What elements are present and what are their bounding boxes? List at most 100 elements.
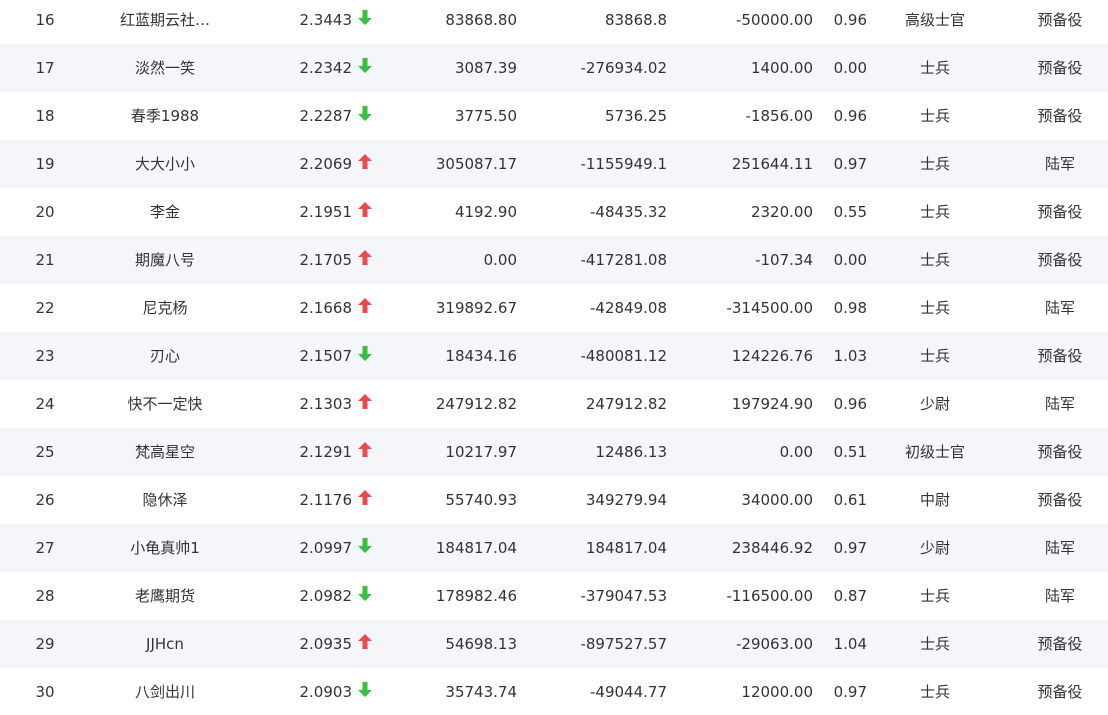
rank-title-cell: 士兵 [919,107,950,125]
value-3-cell: 197924.90 [731,395,813,413]
score-cell: 2.1668 [299,299,353,317]
ratio-cell: 1.04 [833,635,867,653]
table-row[interactable]: 29 JJHcn 2.0935 54698.13 -897527.57 -29063.00… [0,620,1108,668]
trend-cell [358,380,380,428]
value-2-cell: -276934.02 [580,59,667,77]
rank-title-cell: 少尉 [919,395,950,413]
trend-cell [358,572,380,620]
branch-cell: 预备役 [1037,491,1083,509]
value-2-cell: 349279.94 [585,491,667,509]
ratio-cell: 0.00 [833,59,867,77]
trend-cell [358,188,380,236]
table-row[interactable]: 26 隐休泽 2.1176 55740.93 349279.94 34000.00 0.61… [0,476,1108,524]
ratio-cell: 0.97 [833,539,867,557]
rank-title-cell: 士兵 [919,347,950,365]
rank-title-cell: 少尉 [919,539,950,557]
trader-name: 刃心 [149,347,180,365]
trend-cell [358,92,380,140]
value-1-cell: 178982.46 [435,587,517,605]
trend-cell [358,332,380,380]
value-2-cell: 12486.13 [595,443,667,461]
value-1-cell: 247912.82 [435,395,517,413]
branch-cell: 预备役 [1037,443,1083,461]
table-row[interactable]: 16 红蓝期云社… 2.3443 83868.80 83868.8 -50000.00 0.… [0,0,1108,44]
score-cell: 2.0903 [299,683,353,701]
ratio-cell: 0.87 [833,587,867,605]
trend-up-arrow-icon [358,442,372,457]
score-cell: 2.1303 [299,395,353,413]
table-row[interactable]: 22 尼克杨 2.1668 319892.67 -42849.08 -314500.00 0… [0,284,1108,332]
value-1-cell: 18434.16 [445,347,517,365]
table-row[interactable]: 27 小龟真帅1 2.0997 184817.04 184817.04 238446.92… [0,524,1108,572]
ranking-table: 16 红蓝期云社… 2.3443 83868.80 83868.8 -50000.00 0.… [0,0,1108,711]
value-2-cell: 5736.25 [604,107,667,125]
score-cell: 2.1176 [299,491,353,509]
score-cell: 2.1951 [299,203,353,221]
ratio-cell: 0.61 [833,491,867,509]
branch-cell: 预备役 [1037,347,1083,365]
trend-up-arrow-icon [358,250,372,265]
trend-cell [358,236,380,284]
score-cell: 2.2069 [299,155,353,173]
trader-name: 小龟真帅1 [130,539,200,557]
value-3-cell: -116500.00 [726,587,813,605]
trend-up-arrow-icon [358,490,372,505]
rank-cell: 16 [35,11,55,29]
trend-down-arrow-icon [358,538,372,553]
value-2-cell: -49044.77 [590,683,667,701]
rank-title-cell: 士兵 [919,203,950,221]
branch-cell: 预备役 [1037,683,1083,701]
rank-title-cell: 士兵 [919,587,950,605]
value-2-cell: -379047.53 [580,587,667,605]
value-2-cell: -480081.12 [580,347,667,365]
value-2-cell: -417281.08 [580,251,667,269]
ratio-cell: 0.96 [833,107,867,125]
table-row[interactable]: 23 刃心 2.1507 18434.16 -480081.12 124226.76 1.0… [0,332,1108,380]
table-row[interactable]: 30 八剑出川 2.0903 35743.74 -49044.77 12000.00 0.9… [0,668,1108,715]
value-2-cell: -897527.57 [580,635,667,653]
table-row[interactable]: 28 老鹰期货 2.0982 178982.46 -379047.53 -116500.0… [0,572,1108,620]
branch-cell: 预备役 [1037,251,1083,269]
branch-cell: 陆军 [1044,395,1075,413]
value-3-cell: -50000.00 [736,11,813,29]
table-row[interactable]: 17 淡然一笑 2.2342 3087.39 -276934.02 1400.00 0.00… [0,44,1108,92]
value-1-cell: 3087.39 [454,59,517,77]
value-3-cell: 12000.00 [741,683,813,701]
branch-cell: 预备役 [1037,59,1083,77]
rank-title-cell: 士兵 [919,299,950,317]
trend-down-arrow-icon [358,682,372,697]
score-cell: 2.2342 [299,59,353,77]
branch-cell: 陆军 [1044,539,1075,557]
trend-cell [358,524,380,572]
trader-name: 大大小小 [134,155,195,173]
rank-title-cell: 中尉 [919,491,950,509]
table-row[interactable]: 21 期魔八号 2.1705 0.00 -417281.08 -107.34 0.00 士兵 预… [0,236,1108,284]
table-row[interactable]: 18 春季1988 2.2287 3775.50 5736.25 -1856.00 0.96… [0,92,1108,140]
trend-up-arrow-icon [358,154,372,169]
rank-cell: 27 [35,539,55,557]
value-3-cell: -314500.00 [726,299,813,317]
table-row[interactable]: 24 快不一定快 2.1303 247912.82 247912.82 197924.90… [0,380,1108,428]
score-cell: 2.2287 [299,107,353,125]
score-cell: 2.0935 [299,635,353,653]
trader-name: 快不一定快 [127,395,203,413]
ratio-cell: 1.03 [833,347,867,365]
branch-cell: 陆军 [1044,299,1075,317]
table-row[interactable]: 20 李金 2.1951 4192.90 -48435.32 2320.00 0.55 士兵 预… [0,188,1108,236]
table-row[interactable]: 19 大大小小 2.2069 305087.17 -1155949.1 251644.11… [0,140,1108,188]
value-1-cell: 4192.90 [454,203,517,221]
score-cell: 2.0982 [299,587,353,605]
value-1-cell: 3775.50 [454,107,517,125]
score-cell: 2.3443 [299,11,353,29]
value-1-cell: 54698.13 [445,635,517,653]
score-cell: 2.1705 [299,251,353,269]
branch-cell: 预备役 [1037,107,1083,125]
table-row[interactable]: 25 梵高星空 2.1291 10217.97 12486.13 0.00 0.51 初级士官… [0,428,1108,476]
value-2-cell: 247912.82 [585,395,667,413]
ratio-cell: 0.00 [833,251,867,269]
trader-name: 八剑出川 [134,683,195,701]
trader-name: 老鹰期货 [134,587,195,605]
rank-cell: 26 [35,491,55,509]
value-3-cell: 2320.00 [750,203,813,221]
ratio-cell: 0.96 [833,395,867,413]
